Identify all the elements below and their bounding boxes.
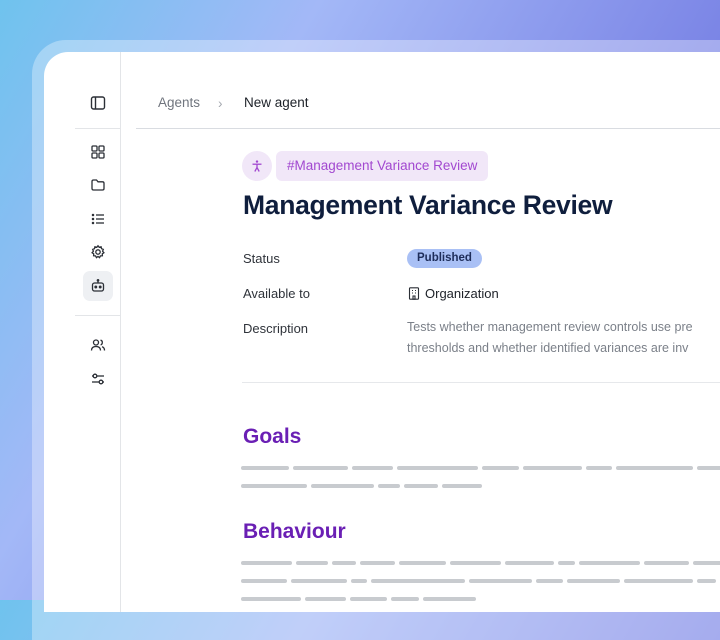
sidebar	[44, 52, 121, 612]
agent-tag: #Management Variance Review	[276, 151, 489, 181]
goals-heading: Goals	[243, 425, 302, 448]
breadcrumb: Agents › New agent	[136, 52, 720, 129]
available-label: Available to	[243, 286, 310, 301]
behaviour-heading: Behaviour	[243, 520, 346, 543]
sidebar-item-dashboard[interactable]	[83, 137, 113, 167]
list-icon	[91, 213, 104, 225]
agent-avatar	[242, 151, 272, 181]
breadcrumb-separator-icon: ›	[218, 96, 223, 111]
app-window: Agents › New agent #Management Variance …	[44, 52, 720, 612]
panel-toggle-icon	[90, 96, 106, 110]
sidebar-item-list[interactable]	[83, 204, 113, 234]
folder-icon	[91, 179, 105, 191]
section-divider	[242, 382, 720, 383]
agent-icon	[91, 278, 105, 292]
status-badge: Published	[407, 249, 482, 268]
available-value-text: Organization	[425, 286, 499, 301]
description-label: Description	[243, 321, 309, 336]
accessibility-icon	[252, 160, 262, 172]
page-title: Management Variance Review	[243, 190, 613, 220]
sidebar-divider	[75, 128, 120, 129]
sidebar-item-users[interactable]	[83, 330, 113, 360]
breadcrumb-agents-link[interactable]: Agents	[158, 95, 200, 111]
users-icon	[90, 339, 106, 351]
dashboard-icon	[91, 145, 105, 159]
settings-icon	[91, 244, 105, 259]
panel-toggle-button[interactable]	[83, 88, 113, 118]
description-line: thresholds and whether identified varian…	[407, 341, 689, 355]
sidebar-item-settings[interactable]	[83, 237, 113, 267]
breadcrumb-current: New agent	[244, 95, 309, 110]
sidebar-item-folders[interactable]	[83, 170, 113, 200]
available-value: Organization	[408, 286, 499, 301]
building-icon	[408, 287, 420, 300]
status-label: Status	[243, 251, 280, 266]
description-text: Tests whether management review controls…	[407, 317, 720, 359]
description-line: Tests whether management review controls…	[407, 320, 693, 334]
sidebar-divider	[75, 315, 120, 316]
sidebar-item-preferences[interactable]	[83, 364, 113, 394]
sidebar-item-agents[interactable]	[83, 271, 113, 301]
sliders-icon	[92, 373, 104, 385]
